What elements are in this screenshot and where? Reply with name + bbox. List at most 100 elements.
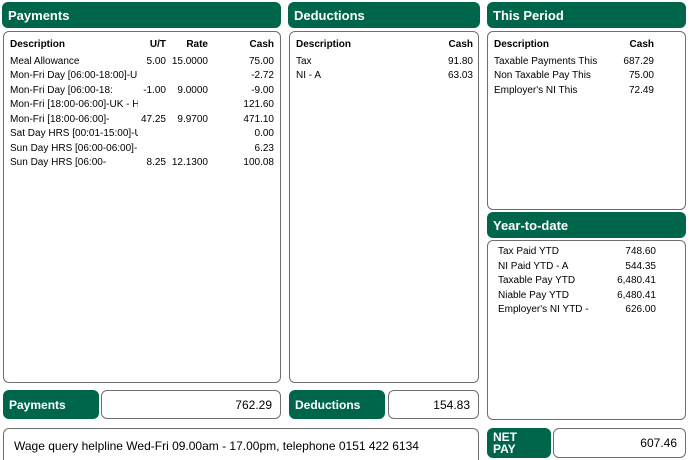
col-cash: Cash	[448, 39, 473, 50]
payment-description: Sun Day HRS [06:00-06:00]-UK	[10, 142, 138, 154]
payment-rate	[166, 98, 208, 113]
payment-rate: 9.9700	[177, 113, 208, 125]
payment-cash: 100.08	[243, 157, 274, 168]
this-period-header-label: This Period	[493, 7, 564, 23]
payment-cash: 121.60	[243, 99, 274, 110]
col-cash: Cash	[249, 39, 274, 50]
ytd-description: Tax Paid YTD	[498, 246, 559, 257]
ytd-row: Employer's NI YTD - 626.00	[498, 303, 656, 318]
payment-ut: -1.00	[143, 84, 166, 96]
ytd-panel: Tax Paid YTD 748.60 NI Paid YTD - A 544.35 T…	[487, 240, 686, 420]
ytd-row: NI Paid YTD - A 544.35	[498, 260, 656, 275]
payment-description: Mon-Fri [18:00-06:00]-UK - Hrs	[10, 99, 138, 110]
helpline-text: Wage query helpline Wed-Fri 09.00am - 17…	[14, 439, 419, 453]
payments-panel: Description U/T Rate Cash Meal Allowance…	[3, 31, 281, 383]
col-cash: Cash	[629, 39, 654, 50]
ytd-description: NI Paid YTD - A	[498, 260, 569, 272]
payment-description: Mon-Fri Day [06:00-18:	[10, 84, 113, 96]
payments-total-value: 762.29	[101, 390, 281, 419]
payment-cash: -9.00	[251, 84, 274, 96]
payment-rate	[166, 142, 208, 157]
payment-ut	[138, 142, 166, 157]
payment-rate: 9.0000	[177, 84, 208, 96]
deduction-cash: 63.03	[447, 70, 473, 81]
payments-row: Sat Day HRS [00:01-15:00]-UK 0.00	[10, 127, 274, 142]
payment-ut: 47.25	[140, 113, 166, 125]
payments-row: Mon-Fri [18:00-06:00]-UK - Hrs 121.60	[10, 98, 274, 113]
payment-rate	[166, 69, 208, 84]
ytd-header-label: Year-to-date	[493, 217, 569, 233]
deductions-header: Deductions	[288, 2, 480, 28]
deductions-total-label: Deductions	[289, 390, 385, 419]
payment-ut	[138, 98, 166, 113]
payment-ut	[138, 127, 166, 142]
payments-row: Sun Day HRS [06:00- 8.25 12.1300 100.08	[10, 156, 274, 171]
ytd-description: Taxable Pay YTD	[498, 275, 576, 286]
this-period-row: Employer's NI This 72.49	[494, 84, 654, 99]
ytd-cash: 6,480.41	[617, 289, 656, 301]
this-period-row: Taxable Payments This 687.29	[494, 55, 654, 70]
col-description: Description	[494, 39, 550, 50]
ytd-cash: 6,480.41	[617, 275, 656, 286]
payment-description: Sun Day HRS [06:00-	[10, 157, 107, 168]
deductions-total-value-text: 154.83	[433, 397, 470, 412]
ytd-header: Year-to-date	[487, 212, 686, 238]
this-period-row: Non Taxable Pay This 75.00	[494, 69, 654, 84]
payment-ut: 5.00	[146, 55, 166, 67]
payments-total-value-text: 762.29	[235, 397, 272, 412]
payment-description: Mon-Fri [18:00-06:00]-	[10, 113, 110, 125]
ytd-description: Employer's NI YTD -	[498, 304, 589, 315]
this-period-cash: 687.29	[623, 55, 654, 67]
deductions-table-header: Description Cash	[296, 38, 473, 53]
payment-description: Meal Allowance	[10, 55, 80, 67]
payment-rate: 12.1300	[171, 157, 208, 168]
payment-cash: 471.10	[243, 113, 274, 125]
deduction-description: NI - A	[296, 70, 322, 81]
payments-row: Mon-Fri Day [06:00-18:00]-UK -2.72	[10, 69, 274, 84]
deductions-total-label-text: Deductions	[295, 397, 361, 412]
payment-description: Mon-Fri Day [06:00-18:00]-UK	[10, 70, 138, 81]
ytd-row: Taxable Pay YTD 6,480.41	[498, 274, 656, 289]
payments-row: Mon-Fri Day [06:00-18: -1.00 9.0000 -9.00	[10, 84, 274, 99]
payment-cash: 6.23	[254, 142, 274, 154]
this-period-description: Non Taxable Pay This	[494, 70, 591, 81]
col-description: Description	[296, 39, 352, 50]
payment-description: Sat Day HRS [00:01-15:00]-UK	[10, 128, 138, 139]
this-period-cash: 72.49	[628, 84, 654, 96]
payments-row: Sun Day HRS [06:00-06:00]-UK 6.23	[10, 142, 274, 157]
payment-ut: 8.25	[146, 157, 166, 168]
this-period-description: Taxable Payments This	[494, 55, 598, 67]
this-period-cash: 75.00	[628, 70, 654, 81]
payments-table: Description U/T Rate Cash Meal Allowance…	[10, 38, 274, 171]
deductions-row: NI - A 63.03	[296, 69, 473, 84]
col-rate: Rate	[186, 39, 208, 50]
deductions-row: Tax 91.80	[296, 55, 473, 70]
ytd-description: Niable Pay YTD	[498, 289, 569, 301]
net-pay-value-text: 607.46	[640, 436, 677, 450]
net-pay-label-line2: PAY	[493, 442, 516, 456]
this-period-description: Employer's NI This	[494, 84, 578, 96]
deduction-description: Tax	[296, 55, 312, 67]
payment-cash: 0.00	[254, 128, 274, 139]
ytd-row: Niable Pay YTD 6,480.41	[498, 289, 656, 304]
net-pay-value: 607.46	[553, 428, 686, 458]
ytd-cash: 626.00	[625, 304, 656, 315]
payment-rate	[166, 127, 208, 142]
deductions-panel: Description Cash Tax 91.80 NI - A 63.03	[289, 31, 479, 383]
deductions-table: Description Cash Tax 91.80 NI - A 63.03	[296, 38, 473, 84]
deduction-cash: 91.80	[447, 55, 473, 67]
payments-total-label-text: Payments	[9, 397, 66, 412]
payment-ut	[138, 69, 166, 84]
payment-rate: 15.0000	[171, 55, 208, 67]
payments-row: Meal Allowance 5.00 15.0000 75.00	[10, 55, 274, 70]
col-ut: U/T	[149, 39, 166, 50]
payments-header-label: Payments	[8, 7, 70, 23]
col-description: Description	[10, 39, 66, 50]
helpline-box: Wage query helpline Wed-Fri 09.00am - 17…	[3, 428, 479, 460]
deductions-header-label: Deductions	[294, 7, 365, 23]
this-period-table: Description Cash Taxable Payments This 68…	[494, 38, 654, 98]
payment-cash: 75.00	[248, 55, 274, 67]
ytd-table: Tax Paid YTD 748.60 NI Paid YTD - A 544.35 T…	[498, 245, 656, 318]
ytd-cash: 544.35	[625, 260, 656, 272]
this-period-table-header: Description Cash	[494, 38, 654, 53]
